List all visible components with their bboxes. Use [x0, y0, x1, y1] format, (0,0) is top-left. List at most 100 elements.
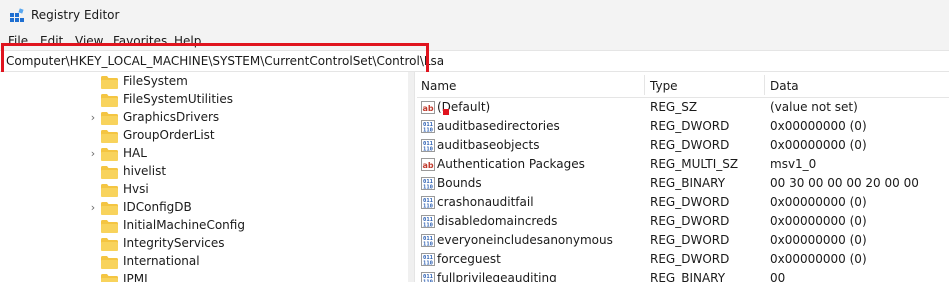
list-item[interactable]: 011 110 Bounds REG_BINARY 00 30 00 00 00 20 … [417, 174, 949, 193]
list-item[interactable]: 011 110 auditbaseobjects REG_DWORD 0x0000000… [417, 136, 949, 155]
key-tree[interactable]: FileSystem FileSystemUtilities › GraphicsDr… [0, 72, 408, 282]
value-data: 00 30 00 00 00 20 00 00 [770, 176, 919, 190]
values-list[interactable]: Name Type Data ab (Default) REG_SZ (value n… [417, 72, 949, 282]
value-name: everyoneincludesanonymous [437, 233, 613, 247]
svg-text:ab: ab [422, 161, 433, 170]
tree-item[interactable]: › GraphicsDrivers [0, 109, 408, 127]
tree-item[interactable]: hivelist [0, 163, 408, 181]
list-header: Name Type Data [417, 72, 949, 98]
folder-icon [101, 256, 118, 269]
column-separator[interactable] [644, 75, 645, 95]
svg-text:110: 110 [423, 204, 433, 210]
svg-text:ab: ab [422, 104, 433, 113]
value-type: REG_DWORD [650, 195, 730, 209]
tree-item[interactable]: FileSystemUtilities [0, 91, 408, 109]
folder-icon [101, 274, 118, 282]
tree-item-label: FileSystem [123, 74, 188, 88]
chevron-right-icon[interactable]: › [88, 111, 98, 125]
folder-icon [101, 220, 118, 233]
value-type: REG_DWORD [650, 214, 730, 228]
title-bar: Registry Editor [0, 0, 949, 32]
value-data: (value not set) [770, 100, 858, 114]
svg-text:110: 110 [423, 242, 433, 248]
binary-value-icon: 011110 [421, 196, 435, 209]
string-value-icon: ab [421, 158, 435, 171]
tree-item-label: GroupOrderList [123, 128, 215, 142]
value-name: auditbaseobjects [437, 138, 540, 152]
value-type: REG_MULTI_SZ [650, 157, 739, 171]
list-item[interactable]: 011 110 auditbasedirectories REG_DWORD 0x000… [417, 117, 949, 136]
value-name: fullprivilegeauditing [437, 271, 557, 282]
tree-item-label: InitialMachineConfig [123, 218, 245, 232]
tree-item[interactable]: IPMI [0, 271, 408, 282]
chevron-right-icon[interactable]: › [88, 201, 98, 215]
tree-item[interactable]: › HAL [0, 145, 408, 163]
tree-item-label: IDConfigDB [123, 200, 192, 214]
binary-value-icon: 011110 [421, 215, 435, 228]
tree-item[interactable]: › IDConfigDB [0, 199, 408, 217]
tree-item[interactable]: IntegrityServices [0, 235, 408, 253]
chevron-right-icon[interactable]: › [88, 147, 98, 161]
value-name: forceguest [437, 252, 501, 266]
value-data: 0x00000000 (0) [770, 138, 867, 152]
tree-item-label: International [123, 254, 200, 268]
folder-icon [101, 184, 118, 197]
tree-item[interactable]: FileSystem [0, 73, 408, 91]
folder-icon [101, 112, 118, 125]
tree-item-label: IntegrityServices [123, 236, 225, 250]
list-item[interactable]: 011 110 crashonauditfail REG_DWORD 0x0000000… [417, 193, 949, 212]
list-item[interactable]: ab (Default) REG_SZ (value not set) [417, 98, 949, 117]
column-separator[interactable] [764, 75, 765, 95]
tree-item-label: hivelist [123, 164, 167, 178]
folder-icon [101, 238, 118, 251]
folder-icon [101, 130, 118, 143]
value-data: 0x00000000 (0) [770, 252, 867, 266]
binary-value-icon: 011110 [421, 139, 435, 152]
tree-item[interactable]: InitialMachineConfig [0, 217, 408, 235]
tree-item[interactable]: Hvsi [0, 181, 408, 199]
value-type: REG_BINARY [650, 176, 726, 190]
tree-item-label: HAL [123, 146, 147, 160]
value-data: 0x00000000 (0) [770, 119, 867, 133]
binary-value-icon: 011110 [421, 234, 435, 247]
tree-item-label: FileSystemUtilities [123, 92, 233, 106]
value-data: msv1_0 [770, 157, 817, 171]
svg-text:110: 110 [423, 185, 433, 191]
folder-icon [101, 148, 118, 161]
list-item[interactable]: 011 110 forceguest REG_DWORD 0x00000000 (0) [417, 250, 949, 269]
list-item[interactable]: 011110fullprivilegeauditing REG_BINARY 00 [417, 269, 949, 282]
value-data: 0x00000000 (0) [770, 233, 867, 247]
list-item[interactable]: ab Authentication Packages REG_MULTI_SZ msv… [417, 155, 949, 174]
svg-text:110: 110 [423, 223, 433, 229]
value-name: crashonauditfail [437, 195, 534, 209]
cursor-marker [443, 109, 449, 115]
value-name: auditbasedirectories [437, 119, 560, 133]
registry-editor-icon [10, 8, 24, 22]
column-header-name[interactable]: Name [421, 79, 456, 93]
window-title: Registry Editor [31, 8, 120, 22]
folder-icon [101, 76, 118, 89]
folder-icon [101, 166, 118, 179]
tree-item-label: IPMI [123, 272, 148, 282]
value-data: 0x00000000 (0) [770, 214, 867, 228]
list-item[interactable]: 011 110 disabledomaincreds REG_DWORD 0x00000… [417, 212, 949, 231]
value-data: 0x00000000 (0) [770, 195, 867, 209]
list-item[interactable]: 011 110 everyoneincludesanonymous REG_DWORD… [417, 231, 949, 250]
value-data: 00 [770, 271, 786, 282]
folder-icon [101, 202, 118, 215]
binary-value-icon: 011110 [421, 120, 435, 133]
value-name: Authentication Packages [437, 157, 585, 171]
value-name: disabledomaincreds [437, 214, 558, 228]
value-type: REG_SZ [650, 100, 698, 114]
column-header-data[interactable]: Data [770, 79, 799, 93]
tree-item[interactable]: International [0, 253, 408, 271]
column-header-type[interactable]: Type [650, 79, 678, 93]
value-type: REG_DWORD [650, 233, 730, 247]
value-name: Bounds [437, 176, 482, 190]
tree-item[interactable]: GroupOrderList [0, 127, 408, 145]
svg-text:110: 110 [423, 261, 433, 267]
value-type: REG_DWORD [650, 252, 730, 266]
value-type: REG_DWORD [650, 119, 730, 133]
tree-item-label: GraphicsDrivers [123, 110, 220, 124]
svg-text:110: 110 [423, 147, 433, 153]
